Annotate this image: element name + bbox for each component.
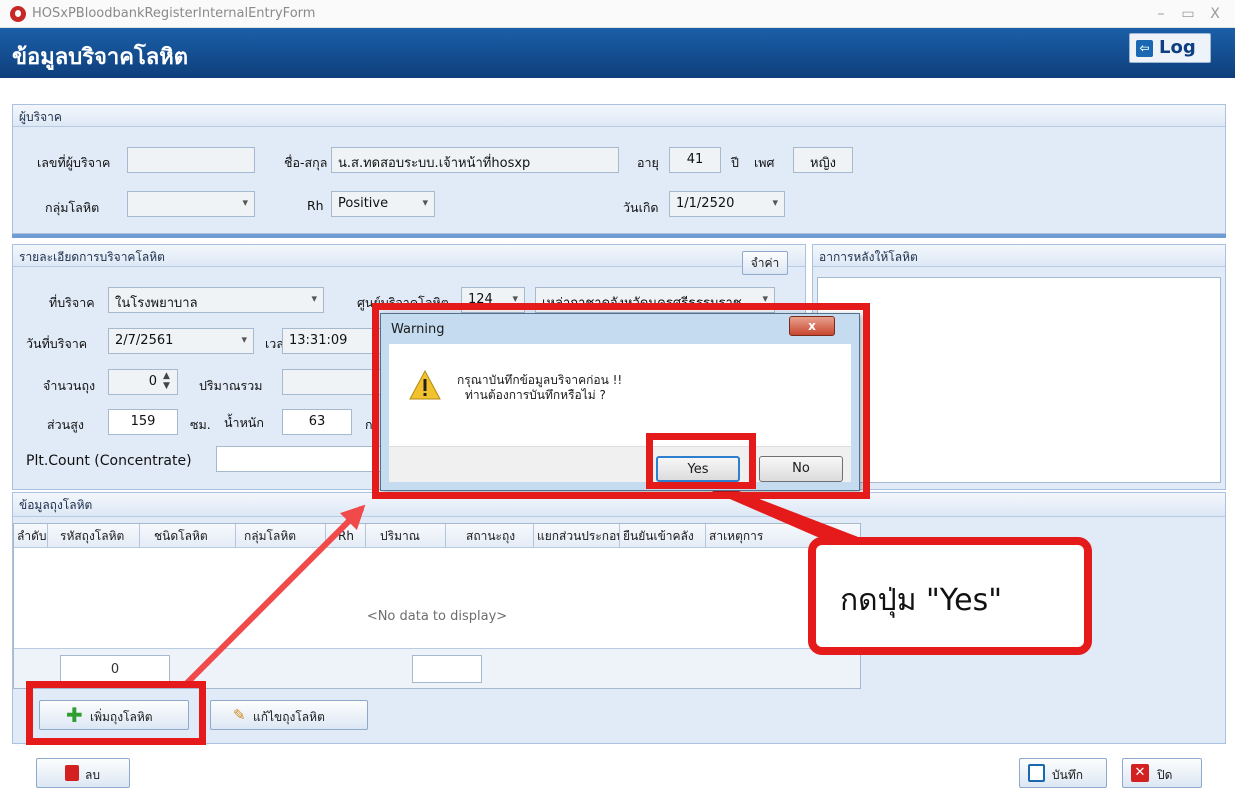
add-button-highlight-box xyxy=(26,681,206,745)
dialog-highlight-box xyxy=(372,303,870,499)
yes-highlight-box xyxy=(646,433,756,489)
callout-text: กดปุ่ม "Yes" xyxy=(840,583,1003,618)
callout-box: กดปุ่ม "Yes" xyxy=(808,537,1092,655)
arrow-add-to-dialog xyxy=(183,504,366,687)
